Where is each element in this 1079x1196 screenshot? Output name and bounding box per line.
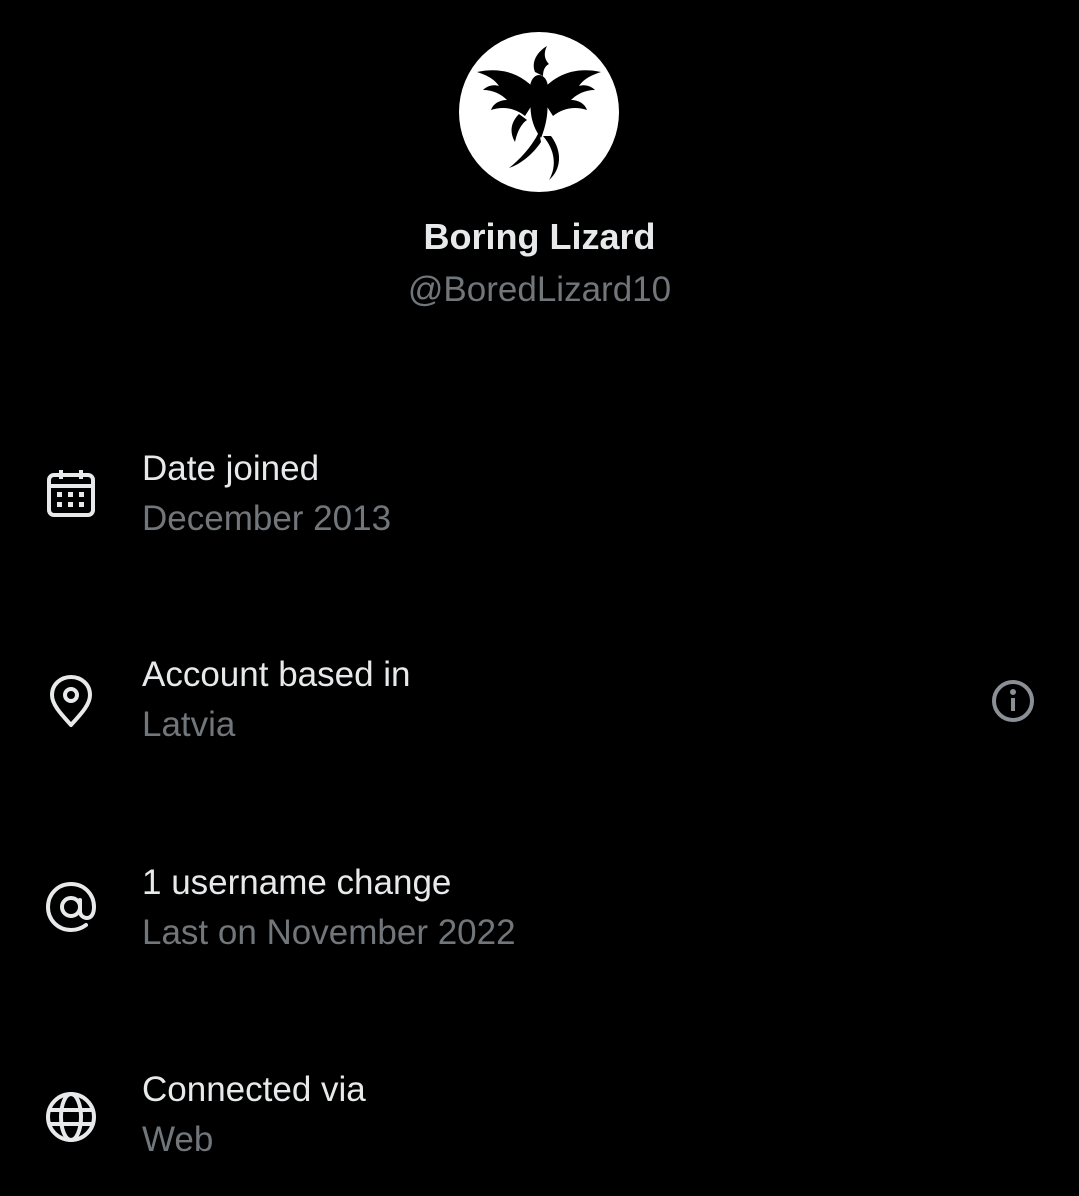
row-title: 1 username change <box>142 863 452 902</box>
info-row-username-change: 1 username change Last on November 2022 <box>0 860 1079 970</box>
row-value: Latvia <box>142 705 236 744</box>
row-title: Account based in <box>142 655 411 694</box>
calendar-icon <box>42 466 100 524</box>
profile-display-name: Boring Lizard <box>423 216 656 257</box>
info-row-connected-via: Connected via Web <box>0 1067 1079 1177</box>
info-row-account-based-in: Account based in Latvia <box>0 652 1079 762</box>
row-title: Date joined <box>142 449 320 488</box>
phoenix-icon <box>477 46 601 180</box>
row-value: Last on November 2022 <box>142 913 516 952</box>
profile-handle: @BoredLizard10 <box>407 270 672 309</box>
row-title: Connected via <box>142 1070 366 1109</box>
info-row-date-joined: Date joined December 2013 <box>0 446 1079 556</box>
profile-avatar[interactable] <box>459 32 619 192</box>
row-value: December 2013 <box>142 499 392 538</box>
globe-icon <box>42 1088 100 1146</box>
info-icon[interactable] <box>988 676 1038 726</box>
location-pin-icon <box>42 673 100 731</box>
at-sign-icon <box>42 878 100 936</box>
row-value: Web <box>142 1120 214 1159</box>
